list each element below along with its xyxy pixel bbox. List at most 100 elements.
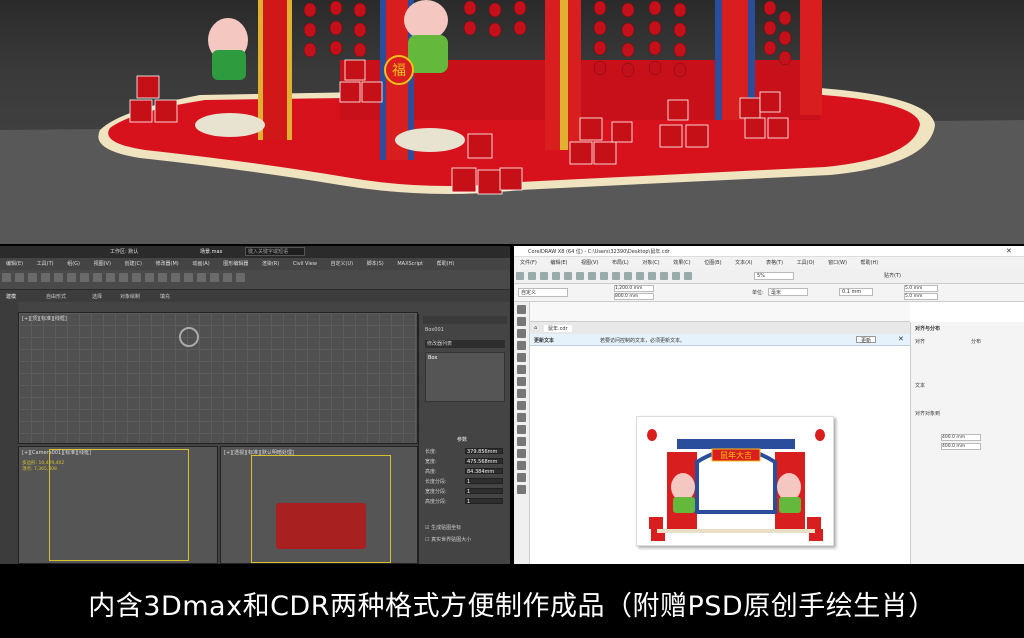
align-section[interactable]: 对齐	[915, 338, 925, 345]
cdr-menu-effects[interactable]: 效果(C)	[673, 259, 690, 266]
connector-tool-icon[interactable]	[517, 437, 526, 446]
param-length-segs-input[interactable]: 1	[465, 478, 503, 485]
checkbox-gen-mapping[interactable]: ☑ 生成贴图坐标	[425, 524, 461, 531]
text-section[interactable]: 文本	[915, 382, 925, 389]
nudge-distance-input[interactable]: 0.1 mm	[839, 288, 873, 296]
drawing-canvas[interactable]: 鼠年大吉	[530, 346, 910, 564]
crop-tool-icon[interactable]	[517, 329, 526, 338]
document-tab-label[interactable]: 鼠年.cdr	[544, 325, 572, 332]
page-width-input[interactable]: 1,200.0 mm	[614, 285, 654, 292]
paste-icon[interactable]	[588, 272, 596, 280]
rotate-icon[interactable]	[93, 273, 102, 282]
shape-tool-icon[interactable]	[517, 317, 526, 326]
zoom-tool-icon[interactable]	[517, 341, 526, 350]
redo-icon[interactable]	[15, 273, 24, 282]
modifier-list-dropdown[interactable]: 修改器列表	[425, 340, 505, 348]
units-dropdown[interactable]: 毫米	[768, 288, 808, 296]
max-menu-customize[interactable]: 自定义(U)	[331, 260, 354, 267]
text-tool-icon[interactable]	[517, 413, 526, 422]
copy-icon[interactable]	[576, 272, 584, 280]
max-menu-scripting[interactable]: 脚本(S)	[367, 260, 384, 267]
max-menu-view[interactable]: 视图(V)	[94, 260, 111, 267]
param-width-segs-input[interactable]: 1	[465, 488, 503, 495]
unlink-icon[interactable]	[41, 273, 50, 282]
page-height-input[interactable]: 800.0 mm	[614, 293, 654, 300]
max-menu-modifiers[interactable]: 修改器(M)	[156, 260, 179, 267]
ribbon-tab-populate[interactable]: 填充	[160, 293, 170, 300]
open-icon[interactable]	[528, 272, 536, 280]
param-length-input[interactable]: 379.856mm	[465, 448, 503, 455]
max-menu-rendering[interactable]: 渲染(R)	[262, 260, 279, 267]
zoom-level-dropdown[interactable]: 5%	[754, 272, 794, 280]
param-width-input[interactable]: 475.568mm	[465, 458, 503, 465]
max-menu-civil-view[interactable]: Civil View	[293, 261, 317, 267]
publish-icon[interactable]	[660, 272, 668, 280]
align-y-input[interactable]: 400.0 mm	[941, 443, 981, 450]
cdr-menu-window[interactable]: 窗口(W)	[828, 259, 847, 266]
move-icon[interactable]	[80, 273, 89, 282]
interactive-fill-icon[interactable]	[517, 485, 526, 494]
pick-tool-icon[interactable]	[517, 305, 526, 314]
cdr-menu-view[interactable]: 视图(V)	[581, 259, 598, 266]
print-icon[interactable]	[552, 272, 560, 280]
select-region-icon[interactable]	[67, 273, 76, 282]
mirror-icon[interactable]	[145, 273, 154, 282]
param-height-segs-input[interactable]: 1	[465, 498, 503, 505]
cdr-menu-object[interactable]: 对象(C)	[642, 259, 659, 266]
modifier-stack[interactable]: Box	[425, 352, 505, 402]
window-close-icon[interactable]: ✕	[1006, 247, 1012, 255]
material-editor-icon[interactable]	[197, 273, 206, 282]
align-objects-to-section[interactable]: 对齐对象到	[915, 410, 940, 417]
ellipse-tool-icon[interactable]	[517, 389, 526, 398]
freehand-tool-icon[interactable]	[517, 353, 526, 362]
viewcube-icon[interactable]	[179, 327, 199, 347]
link-icon[interactable]	[28, 273, 37, 282]
layer-icon[interactable]	[171, 273, 180, 282]
export-icon[interactable]	[648, 272, 656, 280]
viewport-perspective[interactable]: [+][透视][标准][默认明暗处理]	[220, 446, 418, 564]
cmd-object-name[interactable]: Box001	[425, 327, 444, 333]
duplicate-y-input[interactable]: 5.0 mm	[904, 293, 938, 300]
save-icon[interactable]	[540, 272, 548, 280]
cmd-tabs[interactable]	[423, 316, 507, 324]
cdr-menu-help[interactable]: 帮助(H)	[861, 259, 879, 266]
params-rollout-title[interactable]: 参数	[457, 436, 467, 443]
ribbon-tab-modeling[interactable]: 建模	[6, 293, 16, 300]
viewport-top[interactable]: [+][顶][标准][线框]	[18, 312, 418, 444]
cdr-menu-table[interactable]: 表格(T)	[766, 259, 783, 266]
max-menu-help[interactable]: 帮助(H)	[437, 260, 455, 267]
search-icon[interactable]	[624, 272, 632, 280]
render-setup-icon[interactable]	[210, 273, 219, 282]
drop-shadow-icon[interactable]	[517, 449, 526, 458]
eyedropper-icon[interactable]	[517, 473, 526, 482]
import-icon[interactable]	[636, 272, 644, 280]
duplicate-x-input[interactable]: 5.0 mm	[904, 285, 938, 292]
app-launcher-icon[interactable]	[672, 272, 680, 280]
render-icon[interactable]	[236, 273, 245, 282]
cdr-menu-tools[interactable]: 工具(O)	[797, 259, 815, 266]
ribbon-tab-freeform[interactable]: 自由形式	[46, 293, 66, 300]
align-icon[interactable]	[158, 273, 167, 282]
checkbox-real-world-map[interactable]: ☐ 真实世界贴图大小	[425, 536, 471, 543]
transparency-tool-icon[interactable]	[517, 461, 526, 470]
render-frame-icon[interactable]	[223, 273, 232, 282]
update-button[interactable]: 更新	[856, 336, 877, 344]
snap-icon[interactable]	[119, 273, 128, 282]
cdr-menu-text[interactable]: 文本(X)	[735, 259, 752, 266]
page-artboard[interactable]: 鼠年大吉	[636, 416, 834, 546]
scale-icon[interactable]	[106, 273, 115, 282]
snap-to-button[interactable]: 贴齐(T)	[884, 272, 901, 279]
max-search-input[interactable]: 键入关键字或短语	[245, 247, 305, 256]
max-menu-animation[interactable]: 动画(A)	[192, 260, 209, 267]
cdr-menu-file[interactable]: 文件(F)	[520, 259, 537, 266]
polygon-tool-icon[interactable]	[517, 401, 526, 410]
document-tab[interactable]: ⌂ 鼠年.cdr	[530, 322, 910, 334]
ribbon-tab-selection[interactable]: 选择	[92, 293, 102, 300]
cdr-menu-edit[interactable]: 编辑(E)	[550, 259, 567, 266]
align-x-input[interactable]: 400.0 mm	[941, 434, 981, 441]
dismiss-icon[interactable]: ✕	[898, 335, 904, 343]
select-icon[interactable]	[54, 273, 63, 282]
max-menu-group[interactable]: 组(G)	[67, 260, 80, 267]
modifier-stack-item[interactable]: Box	[428, 355, 437, 361]
max-workspace[interactable]: 工作区: 默认	[110, 248, 138, 255]
